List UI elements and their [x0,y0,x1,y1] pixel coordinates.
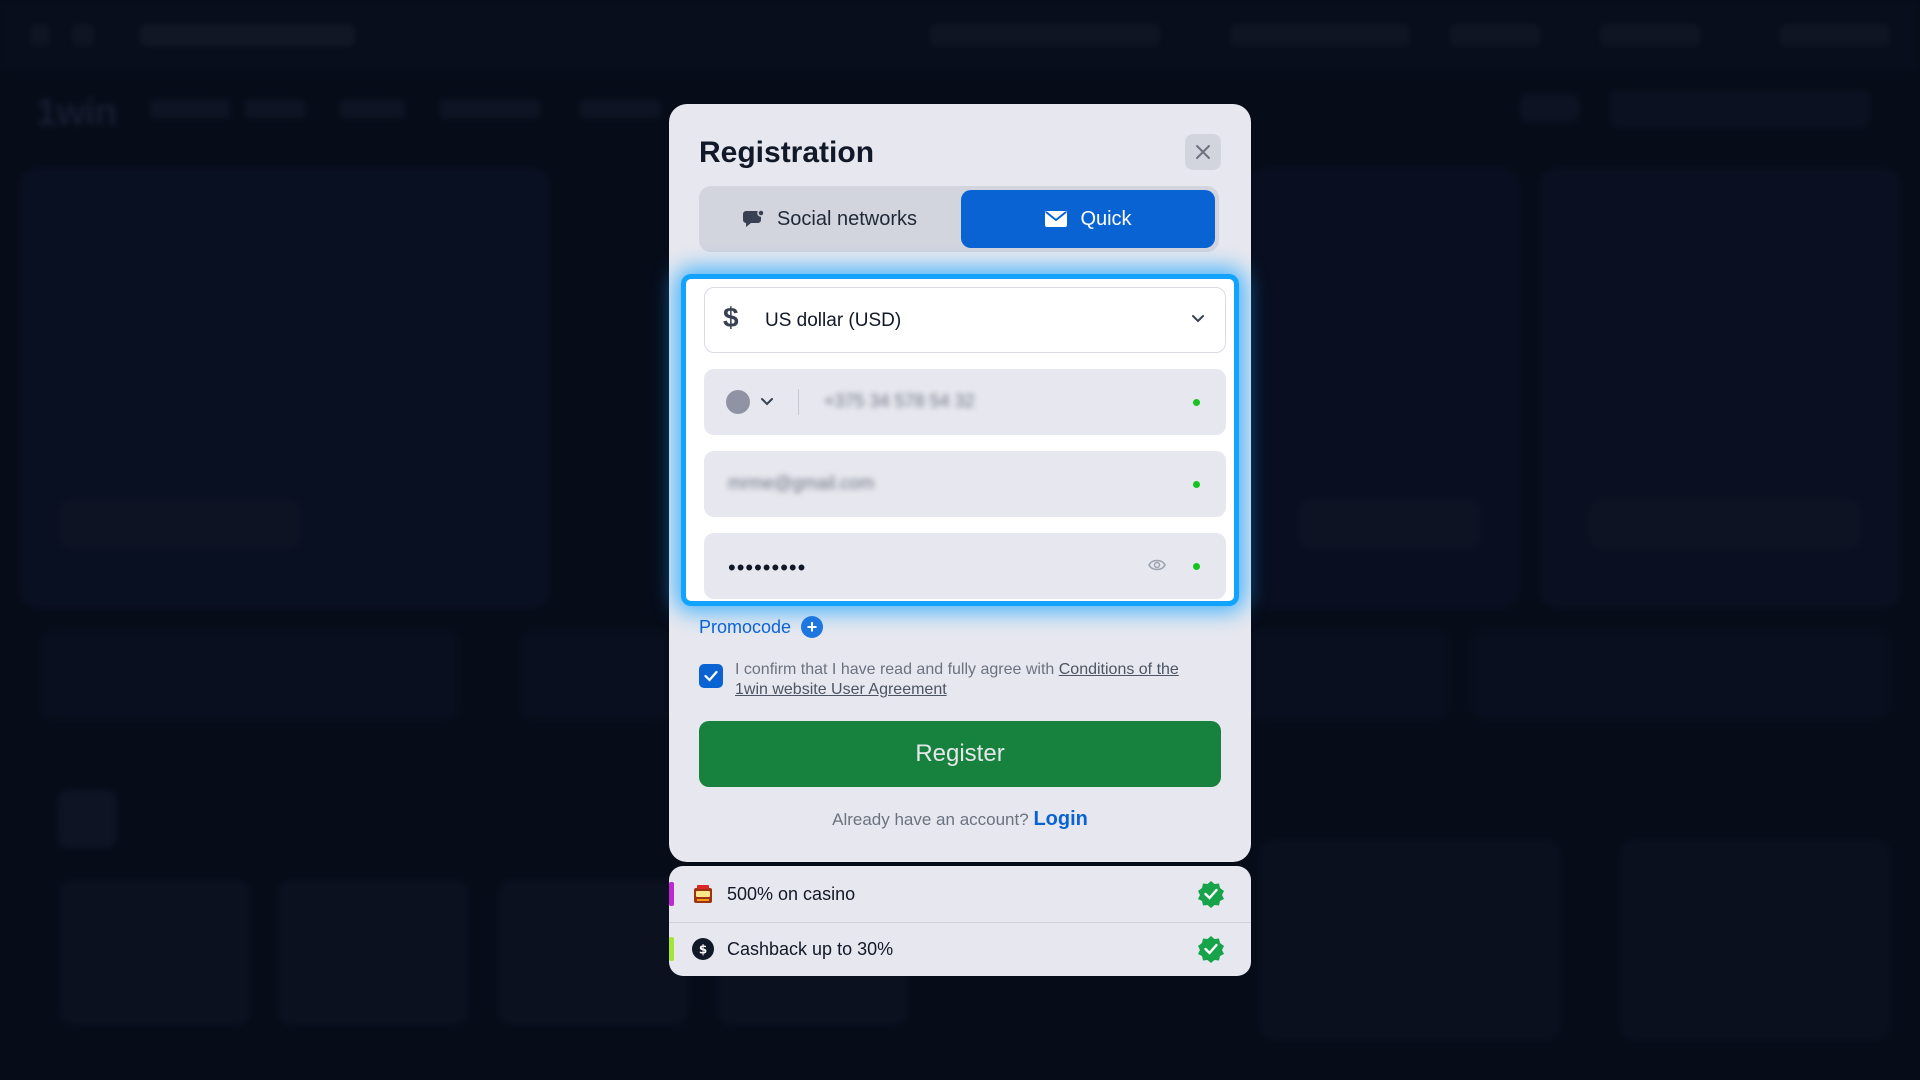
register-button[interactable]: Register [699,721,1221,787]
agreement-checkbox[interactable] [699,664,723,688]
close-button[interactable] [1185,134,1221,170]
currency-select[interactable]: $ US dollar (USD) [704,287,1226,353]
dollar-cycle-icon: $ [692,938,714,960]
country-flag-icon[interactable] [726,390,750,414]
bonus-accent-bar [669,937,674,961]
close-icon [1196,145,1210,159]
bonus-item: $ Cashback up to 30% [669,922,1251,974]
bonus-item: 500% on casino [669,868,1251,920]
agreement-text: I confirm that I have read and fully agr… [735,660,1215,700]
chat-bubble-icon [742,209,765,227]
bonus-label: 500% on casino [727,884,856,904]
valid-indicator [1193,399,1200,406]
verified-check-icon [1198,936,1224,963]
login-prompt: Already have an account? [832,810,1029,829]
promocode-label[interactable]: Promocode [699,617,791,638]
slot-machine-icon [694,885,712,903]
eye-icon[interactable] [1148,558,1166,572]
phone-field[interactable]: +375 34 578 54 32 [704,369,1226,435]
bonus-list: 500% on casino $ Cashback up to 30% [669,866,1251,976]
login-link[interactable]: Login [1033,808,1087,830]
chevron-down-icon [1192,315,1204,323]
modal-title: Registration [699,136,875,169]
registration-form-highlight: $ US dollar (USD) +375 34 578 54 32 mrme… [681,274,1239,606]
agreement-statement: I confirm that I have read and fully agr… [735,661,1059,678]
password-value: ••••••••• [728,555,807,580]
phone-value: +375 34 578 54 32 [824,391,975,411]
tab-social-networks[interactable]: Social networks [703,190,957,248]
email-value: mrme@gmail.com [728,473,875,493]
envelope-icon [1045,211,1068,227]
promocode-toggle[interactable]: Promocode + [699,616,824,638]
currency-label: US dollar (USD) [765,310,902,331]
verified-check-icon [1198,881,1224,908]
tab-quick-label: Quick [1080,207,1132,230]
dollar-icon: $ [723,302,739,333]
svg-text:$: $ [699,943,707,957]
password-field[interactable]: ••••••••• [704,533,1226,599]
valid-indicator [1193,563,1200,570]
registration-modal: Registration Social networks Quick $ US … [669,104,1251,862]
valid-indicator [1193,481,1200,488]
email-field[interactable]: mrme@gmail.com [704,451,1226,517]
bonus-accent-bar [669,882,674,906]
login-prompt-line: Already have an account? Login [669,808,1251,831]
plus-icon[interactable]: + [801,616,824,638]
check-icon [704,670,718,682]
registration-tabs: Social networks Quick [699,186,1219,252]
tab-social-label: Social networks [776,207,918,230]
chevron-down-icon[interactable] [760,395,774,409]
bonus-label: Cashback up to 30% [727,939,894,959]
tab-quick[interactable]: Quick [961,190,1215,248]
divider [798,389,799,415]
